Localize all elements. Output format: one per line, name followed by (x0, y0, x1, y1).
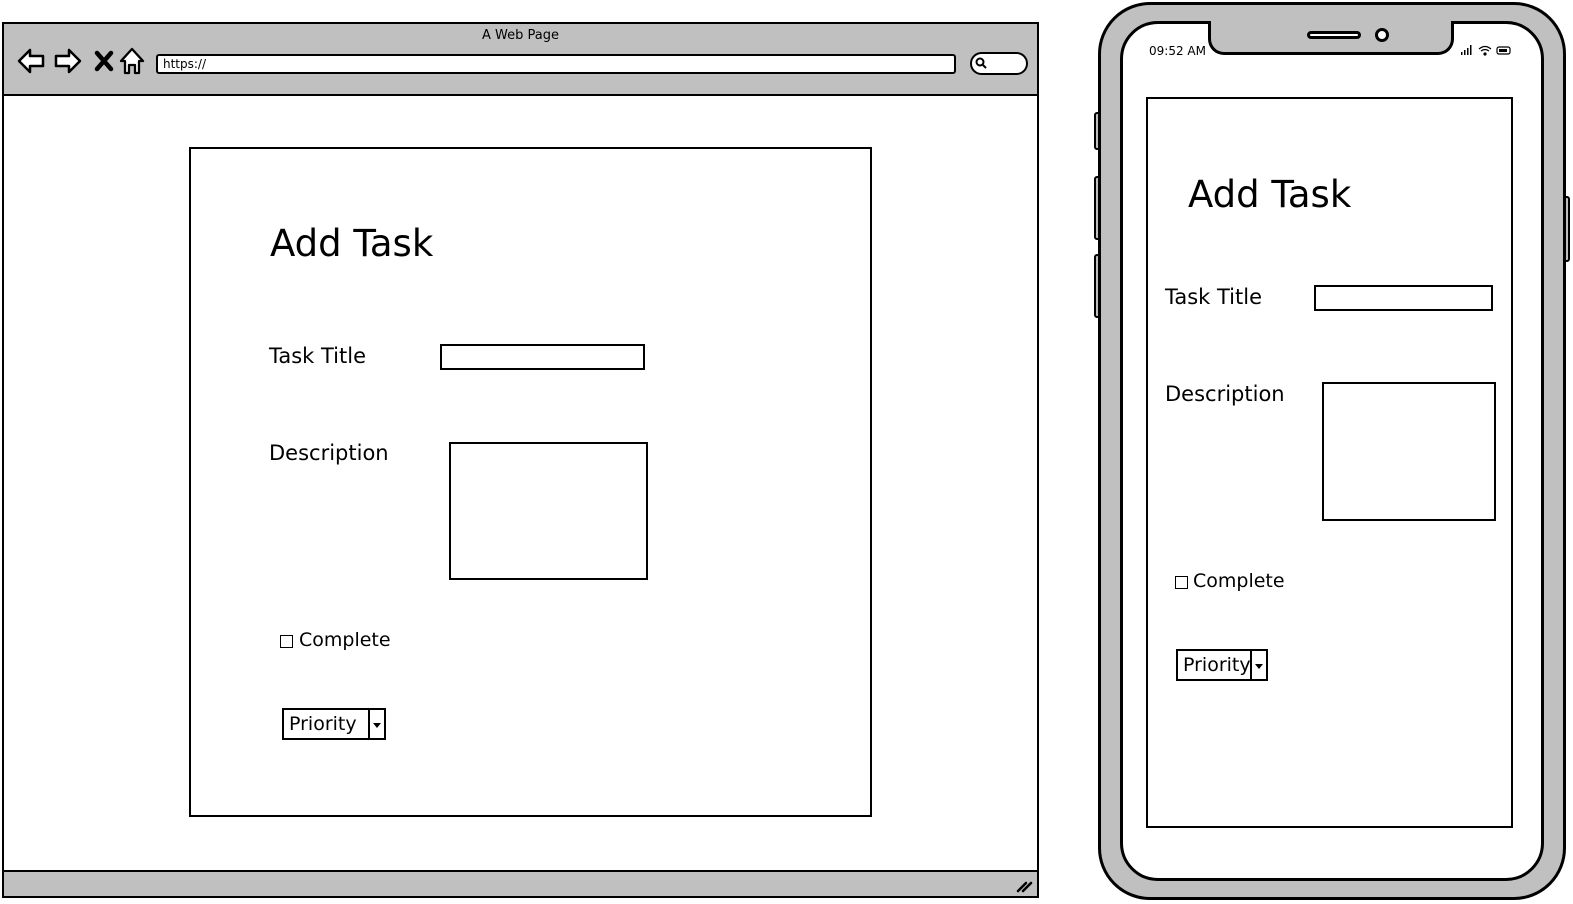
chevron-down-icon[interactable] (1250, 651, 1266, 679)
phone-priority-select-value: Priority (1183, 654, 1251, 676)
search-button[interactable] (970, 52, 1028, 75)
forward-arrow-icon[interactable] (53, 44, 83, 78)
task-title-label: Task Title (269, 344, 367, 368)
close-icon[interactable] (90, 44, 120, 78)
phone-page-title: Add Task (1188, 173, 1352, 216)
complete-checkbox[interactable] (280, 635, 293, 648)
browser-toolbar: A Web Page https:// (4, 24, 1037, 96)
resize-grip-icon[interactable] (1015, 876, 1033, 894)
add-task-panel: Add Task Task Title Description Complete… (189, 147, 872, 817)
phone-notch (1208, 21, 1454, 55)
status-icons (1461, 45, 1511, 56)
phone-description-label: Description (1165, 382, 1285, 406)
description-label: Description (269, 441, 389, 465)
page-title: Add Task (270, 222, 434, 265)
complete-label: Complete (299, 629, 391, 651)
priority-select[interactable]: Priority (282, 708, 386, 740)
browser-title: A Web Page (482, 28, 559, 43)
task-title-input[interactable] (440, 344, 645, 370)
phone-description-textarea[interactable] (1322, 382, 1496, 521)
browser-window: A Web Page https:// Add Task Task Title … (2, 22, 1039, 898)
phone-task-title-label: Task Title (1165, 285, 1263, 309)
search-icon (975, 57, 987, 69)
url-bar[interactable]: https:// (156, 54, 956, 74)
phone-priority-select[interactable]: Priority (1176, 649, 1268, 681)
speaker-icon (1307, 31, 1361, 39)
home-icon[interactable] (117, 44, 147, 78)
phone-form-panel: Add Task Task Title Description Complete… (1146, 97, 1513, 828)
priority-select-value: Priority (289, 713, 357, 735)
status-time: 09:52 AM (1149, 44, 1206, 58)
camera-icon (1375, 28, 1389, 42)
phone-task-title-input[interactable] (1314, 285, 1493, 311)
chevron-down-icon[interactable] (368, 710, 384, 738)
browser-status-bar (4, 870, 1037, 896)
phone-complete-label: Complete (1193, 570, 1285, 592)
back-arrow-icon[interactable] (16, 44, 46, 78)
battery-icon (1496, 46, 1511, 55)
wifi-icon (1478, 45, 1492, 56)
phone-complete-checkbox[interactable] (1175, 576, 1188, 589)
signal-icon (1461, 45, 1472, 55)
description-textarea[interactable] (449, 442, 648, 580)
